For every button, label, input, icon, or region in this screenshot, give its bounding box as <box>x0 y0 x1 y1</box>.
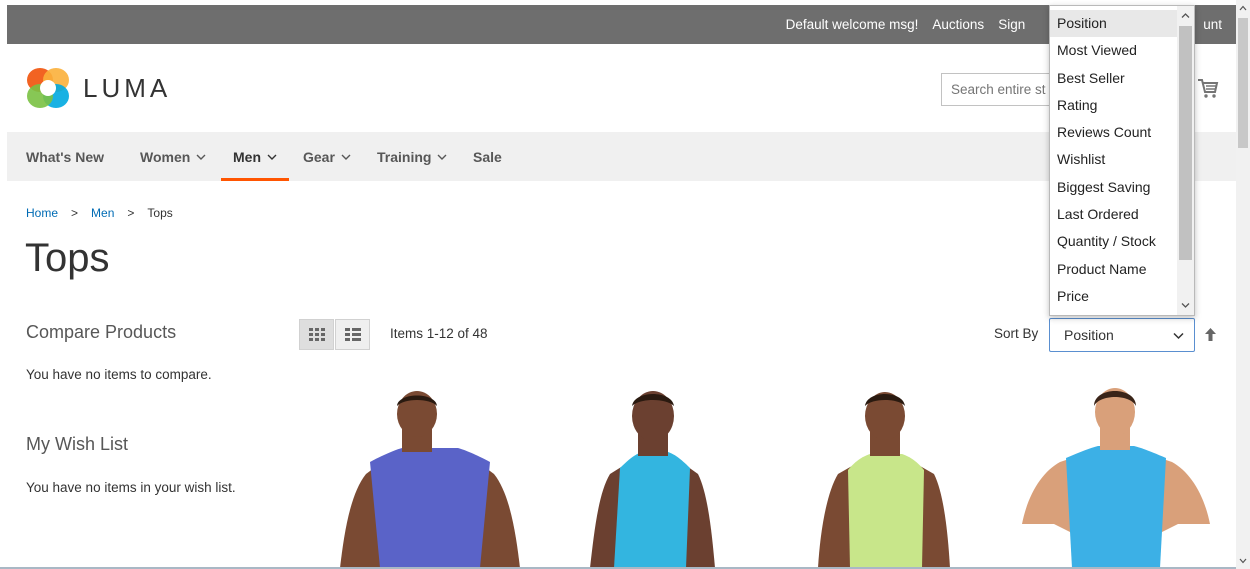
sort-option-last-ordered[interactable]: Last Ordered <box>1050 201 1178 228</box>
chevron-down-icon <box>341 154 351 160</box>
list-view-icon <box>344 327 361 341</box>
nav-item-women[interactable]: Women <box>140 132 206 181</box>
sort-option-rating[interactable]: Rating <box>1050 92 1178 119</box>
breadcrumb-separator: > <box>71 206 79 220</box>
product-item[interactable] <box>550 384 750 568</box>
wishlist-empty-text: You have no items in your wish list. <box>26 480 236 495</box>
product-item[interactable] <box>790 384 990 568</box>
sort-option-best-seller[interactable]: Best Seller <box>1050 65 1178 92</box>
sort-option-most-viewed[interactable]: Most Viewed <box>1050 37 1178 64</box>
compare-products-title: Compare Products <box>26 322 177 342</box>
chevron-down-icon <box>267 154 277 160</box>
product-item[interactable] <box>330 384 530 568</box>
create-account-link[interactable]: unt <box>1203 17 1222 32</box>
nav-item-whats-new[interactable]: What's New <box>26 132 104 181</box>
chevron-up-icon[interactable] <box>1181 12 1190 19</box>
product-image <box>590 391 715 568</box>
sort-by-dropdown[interactable]: Position Most Viewed Best Seller Rating … <box>1049 5 1195 316</box>
product-image <box>818 392 950 568</box>
chevron-down-icon <box>196 154 206 160</box>
dropdown-scrollbar-thumb[interactable] <box>1179 26 1192 260</box>
nav-label: Training <box>377 148 432 165</box>
chevron-down-icon <box>1173 332 1184 340</box>
sign-in-link[interactable]: Sign <box>998 17 1025 32</box>
sort-by-label: Sort By <box>994 326 1039 341</box>
sort-option-reviews-count[interactable]: Reviews Count <box>1050 119 1178 146</box>
page-title: Tops <box>25 236 110 280</box>
nav-label: Women <box>140 148 191 165</box>
chevron-down-icon <box>437 154 447 160</box>
nav-label: What's New <box>26 148 105 165</box>
luma-logo[interactable]: LUMA <box>25 66 171 110</box>
wishlist-title: My Wish List <box>26 434 129 454</box>
compare-empty-text: You have no items to compare. <box>26 367 212 382</box>
nav-item-training[interactable]: Training <box>377 132 447 181</box>
chevron-up-icon[interactable] <box>1239 5 1247 11</box>
sort-option-price[interactable]: Price <box>1050 283 1178 310</box>
sort-by-select[interactable]: Position <box>1049 318 1195 352</box>
product-image <box>1022 388 1210 568</box>
breadcrumb-separator: > <box>127 206 135 220</box>
sort-option-product-name[interactable]: Product Name <box>1050 256 1178 283</box>
nav-label: Sale <box>473 148 502 165</box>
logo-text: LUMA <box>83 72 172 103</box>
sort-options-list: Position Most Viewed Best Seller Rating … <box>1050 10 1178 310</box>
chevron-down-icon[interactable] <box>1239 558 1247 564</box>
cart-icon[interactable] <box>1197 77 1219 99</box>
welcome-message: Default welcome msg! <box>785 17 919 32</box>
breadcrumb-men[interactable]: Men <box>91 206 114 220</box>
sort-option-biggest-saving[interactable]: Biggest Saving <box>1050 174 1178 201</box>
chevron-down-icon[interactable] <box>1181 302 1190 309</box>
toolbar-amount: Items 1-12 of 48 <box>390 326 488 341</box>
breadcrumb-current: Tops <box>147 206 173 220</box>
sort-by-value: Position <box>1064 327 1114 343</box>
product-image <box>340 391 520 568</box>
page-scrollbar-thumb[interactable] <box>1238 18 1248 148</box>
nav-item-gear[interactable]: Gear <box>303 132 351 181</box>
nav-label: Men <box>233 148 261 165</box>
grid-view-icon <box>308 327 325 341</box>
grid-view-button[interactable] <box>299 319 334 350</box>
nav-item-sale[interactable]: Sale <box>473 132 502 181</box>
sort-option-position[interactable]: Position <box>1050 10 1178 38</box>
sort-option-wishlist[interactable]: Wishlist <box>1050 146 1178 173</box>
page-scrollbar[interactable] <box>1236 0 1250 569</box>
dropdown-scrollbar[interactable] <box>1177 6 1194 315</box>
breadcrumb-home[interactable]: Home <box>26 206 58 220</box>
product-item[interactable] <box>1020 384 1220 568</box>
luma-logo-icon <box>27 68 69 108</box>
nav-label: Gear <box>303 148 335 165</box>
list-view-button[interactable] <box>335 319 370 350</box>
sort-option-quantity-stock[interactable]: Quantity / Stock <box>1050 228 1178 255</box>
nav-item-men[interactable]: Men <box>221 132 289 181</box>
breadcrumb: Home > Men > Tops <box>26 206 173 220</box>
auctions-link[interactable]: Auctions <box>932 17 984 32</box>
arrow-up-icon[interactable] <box>1204 327 1217 342</box>
